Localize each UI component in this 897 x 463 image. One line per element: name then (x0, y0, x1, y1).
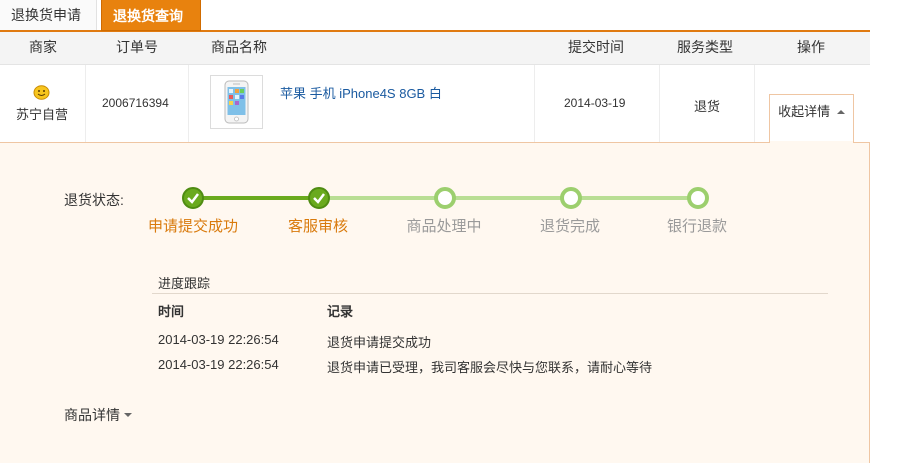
merchant-name: 苏宁自营 (16, 107, 69, 122)
progress-track-done (193, 196, 319, 200)
step-node-2 (308, 187, 330, 209)
progress-track-pending (319, 196, 698, 200)
progress-header-time: 时间 (158, 304, 185, 319)
goods-detail-toggle[interactable]: 商品详情 (64, 405, 132, 425)
progress-row-time: 2014-03-19 22:26:54 (158, 332, 279, 347)
tab-return-apply[interactable]: 退换货申请 (0, 0, 97, 30)
tab-bar: 退换货申请 退换货查询 (0, 0, 870, 32)
step-label-2: 客服审核 (287, 218, 348, 235)
tab-return-query[interactable]: 退换货查询 (101, 0, 201, 31)
progress-row-record: 退货申请提交成功 (327, 335, 432, 350)
progress-row-time: 2014-03-19 22:26:54 (158, 357, 279, 372)
check-icon (187, 193, 199, 204)
step-node-4 (560, 187, 582, 209)
header-service-type: 服务类型 (677, 39, 733, 55)
order-number: 2006716394 (102, 96, 169, 110)
header-order-no: 订单号 (116, 39, 158, 55)
product-image[interactable] (210, 75, 263, 129)
step-label-3: 商品处理中 (406, 218, 482, 235)
header-submit-time: 提交时间 (568, 39, 624, 55)
progress-header-record: 记录 (327, 304, 354, 319)
collapse-detail-button[interactable]: 收起详情 (769, 94, 854, 143)
header-merchant: 商家 (29, 39, 57, 55)
collapse-detail-label: 收起详情 (778, 104, 831, 119)
submit-time: 2014-03-19 (564, 96, 626, 110)
table-header: 商家 订单号 商品名称 提交时间 服务类型 操作 (0, 32, 870, 65)
step-label-1: 申请提交成功 (147, 218, 238, 235)
phone-icon (224, 80, 249, 124)
service-type: 退货 (694, 99, 721, 114)
header-product: 商品名称 (211, 39, 267, 55)
status-label: 退货状态: (64, 192, 124, 208)
step-node-1 (182, 187, 204, 209)
caret-up-icon (836, 110, 845, 114)
step-node-3 (434, 187, 456, 209)
step-node-5 (687, 187, 709, 209)
progress-row-record: 退货申请已受理，我司客服会尽快与您联系，请耐心等待 (327, 360, 653, 375)
smiley-icon (33, 85, 50, 100)
goods-detail-label: 商品详情 (64, 407, 120, 423)
header-action: 操作 (797, 39, 825, 55)
check-icon (313, 193, 325, 204)
product-link[interactable]: 苹果 手机 iPhone4S 8GB 白 (280, 83, 442, 102)
step-label-5: 银行退款 (666, 218, 727, 235)
caret-down-icon (123, 413, 132, 417)
step-label-4: 退货完成 (539, 218, 600, 235)
progress-title: 进度跟踪 (158, 276, 211, 291)
progress-divider (152, 293, 828, 294)
